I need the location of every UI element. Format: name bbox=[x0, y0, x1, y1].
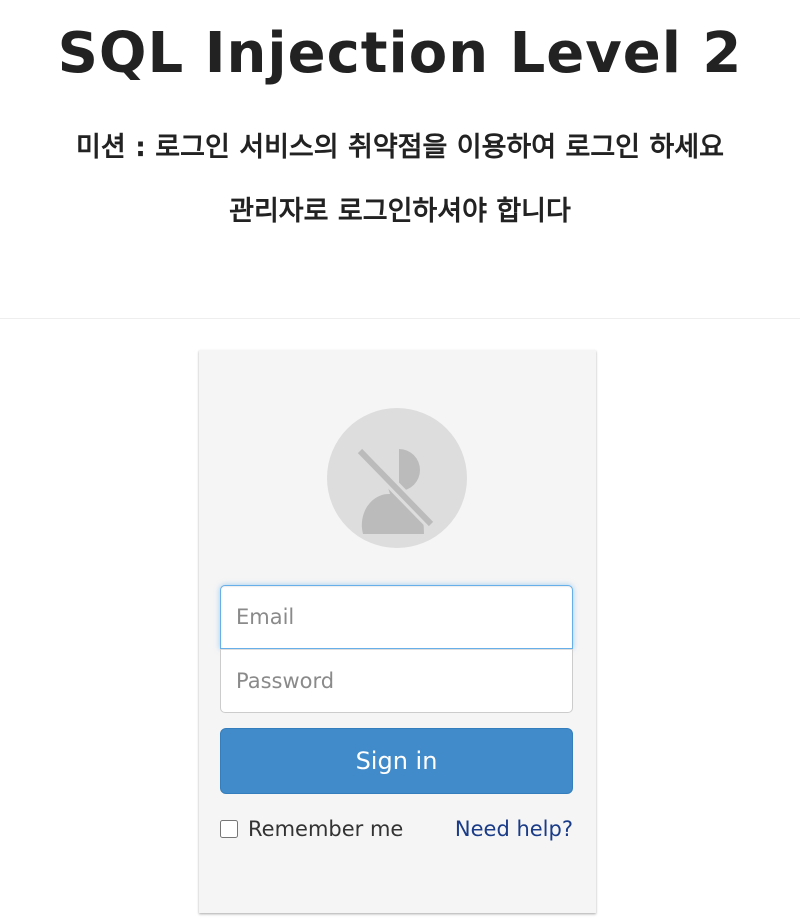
remember-me-checkbox[interactable] bbox=[220, 820, 238, 838]
remember-me[interactable]: Remember me bbox=[220, 814, 403, 844]
mission-text: 미션 : 로그인 서비스의 취약점을 이용하여 로그인 하세요 bbox=[76, 132, 724, 163]
email-field[interactable] bbox=[220, 585, 573, 649]
page-title: SQL Injection Level 2 bbox=[57, 21, 743, 86]
no-user-icon bbox=[327, 408, 467, 548]
need-help-link[interactable]: Need help? bbox=[455, 815, 573, 843]
page: SQL Injection Level 2 미션 : 로그인 서비스의 취약점을… bbox=[0, 0, 800, 922]
sign-in-button[interactable]: Sign in bbox=[220, 728, 573, 794]
remember-me-label: Remember me bbox=[248, 817, 404, 841]
divider bbox=[0, 318, 800, 319]
password-field[interactable] bbox=[220, 649, 573, 713]
admin-note: 관리자로 로그인하셔야 합니다 bbox=[229, 196, 571, 227]
login-card: Sign in Remember me Need help? bbox=[199, 350, 596, 913]
